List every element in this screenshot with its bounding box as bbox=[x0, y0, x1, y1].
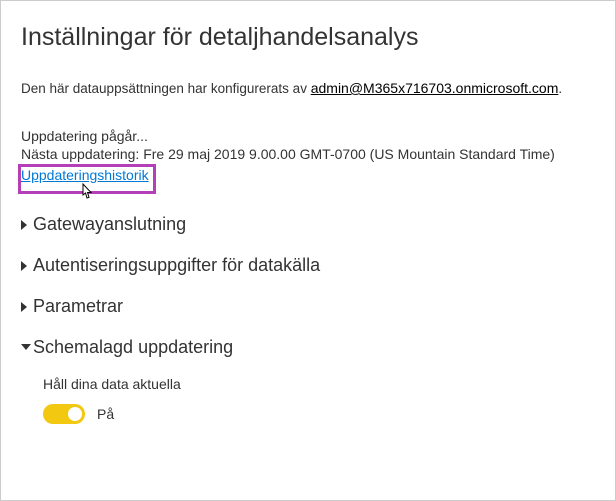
chevron-right-icon bbox=[21, 258, 31, 274]
section-scheduled[interactable]: Schemalagd uppdatering bbox=[21, 327, 595, 368]
scheduled-content: Håll dina data aktuella På bbox=[21, 368, 595, 424]
refresh-status: Uppdatering pågår... bbox=[21, 128, 595, 144]
keep-updated-toggle[interactable] bbox=[43, 404, 85, 424]
section-parameters-title: Parametrar bbox=[33, 296, 123, 317]
keep-updated-label: Håll dina data aktuella bbox=[43, 376, 595, 392]
configured-prefix: Den här datauppsättningen har konfigurer… bbox=[21, 81, 311, 96]
page-title: Inställningar för detaljhandelsanalys bbox=[21, 23, 595, 52]
toggle-state-label: På bbox=[97, 406, 114, 422]
history-link-highlight: Uppdateringshistorik bbox=[18, 164, 156, 194]
next-refresh: Nästa uppdatering: Fre 29 maj 2019 9.00.… bbox=[21, 146, 595, 162]
section-parameters[interactable]: Parametrar bbox=[21, 286, 595, 327]
chevron-down-icon bbox=[21, 340, 31, 356]
section-gateway-title: Gatewayanslutning bbox=[33, 214, 186, 235]
configured-email-link[interactable]: admin@M365x716703.onmicrosoft.com bbox=[311, 80, 559, 96]
section-scheduled-title: Schemalagd uppdatering bbox=[33, 337, 233, 358]
refresh-history-link[interactable]: Uppdateringshistorik bbox=[21, 167, 149, 183]
configured-by-text: Den här datauppsättningen har konfigurer… bbox=[21, 80, 595, 96]
configured-suffix: . bbox=[558, 81, 562, 96]
chevron-right-icon bbox=[21, 299, 31, 315]
chevron-right-icon bbox=[21, 217, 31, 233]
toggle-knob bbox=[68, 407, 82, 421]
toggle-row: På bbox=[43, 404, 595, 424]
section-credentials[interactable]: Autentiseringsuppgifter för datakälla bbox=[21, 245, 595, 286]
section-credentials-title: Autentiseringsuppgifter för datakälla bbox=[33, 255, 320, 276]
section-gateway[interactable]: Gatewayanslutning bbox=[21, 204, 595, 245]
